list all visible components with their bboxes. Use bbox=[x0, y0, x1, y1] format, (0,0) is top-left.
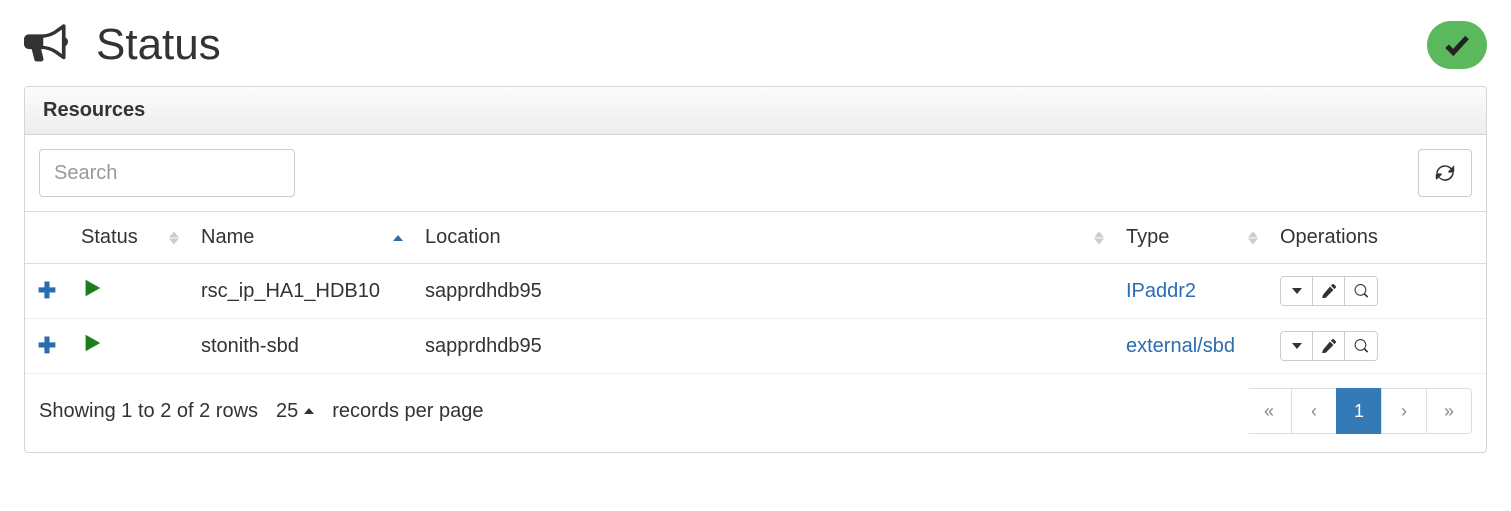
pencil-icon bbox=[1322, 284, 1336, 298]
row-edit-button[interactable] bbox=[1313, 277, 1345, 305]
sort-icon bbox=[1094, 231, 1104, 244]
row-actions bbox=[1280, 331, 1378, 361]
expand-row-button[interactable]: ✚ bbox=[38, 333, 56, 358]
column-operations: Operations bbox=[1268, 212, 1486, 264]
cell-name: rsc_ip_HA1_HDB10 bbox=[189, 264, 413, 319]
cell-location: sapprdhdb95 bbox=[413, 264, 1114, 319]
page-first-button[interactable]: « bbox=[1247, 388, 1292, 434]
column-status-label: Status bbox=[81, 226, 138, 248]
records-label: records per page bbox=[332, 400, 483, 423]
magnify-icon bbox=[1354, 284, 1368, 298]
column-type-label: Type bbox=[1126, 226, 1169, 248]
search-input[interactable] bbox=[39, 149, 295, 197]
sort-asc-icon bbox=[393, 235, 403, 241]
row-menu-button[interactable] bbox=[1281, 332, 1313, 360]
panel-heading: Resources bbox=[25, 87, 1486, 135]
page-number-button[interactable]: 1 bbox=[1336, 388, 1382, 434]
page-size-value: 25 bbox=[276, 400, 298, 423]
cell-name: stonith-sbd bbox=[189, 319, 413, 374]
check-icon bbox=[1442, 30, 1472, 60]
cell-location: sapprdhdb95 bbox=[413, 319, 1114, 374]
column-location[interactable]: Location bbox=[413, 212, 1114, 264]
column-status[interactable]: Status bbox=[69, 212, 189, 264]
page-next-button[interactable]: › bbox=[1381, 388, 1427, 434]
cluster-status-ok-badge bbox=[1427, 21, 1487, 69]
status-running-icon bbox=[81, 337, 103, 359]
row-actions bbox=[1280, 276, 1378, 306]
row-detail-button[interactable] bbox=[1345, 332, 1377, 360]
page-title: Status bbox=[96, 20, 221, 70]
column-operations-label: Operations bbox=[1280, 226, 1378, 248]
column-location-label: Location bbox=[425, 226, 501, 248]
type-link[interactable]: IPaddr2 bbox=[1126, 280, 1196, 302]
status-running-icon bbox=[81, 282, 103, 304]
magnify-icon bbox=[1354, 339, 1368, 353]
pagination: « ‹ 1 › » bbox=[1247, 388, 1472, 434]
sort-icon bbox=[169, 231, 179, 244]
refresh-icon bbox=[1435, 163, 1455, 183]
row-detail-button[interactable] bbox=[1345, 277, 1377, 305]
bullhorn-icon bbox=[24, 21, 68, 70]
page-prev-button[interactable]: ‹ bbox=[1291, 388, 1337, 434]
pencil-icon bbox=[1322, 339, 1336, 353]
expand-row-button[interactable]: ✚ bbox=[38, 278, 56, 303]
column-name[interactable]: Name bbox=[189, 212, 413, 264]
showing-text: Showing 1 to 2 of 2 rows bbox=[39, 400, 258, 423]
refresh-button[interactable] bbox=[1418, 149, 1472, 197]
column-name-label: Name bbox=[201, 226, 254, 248]
row-menu-button[interactable] bbox=[1281, 277, 1313, 305]
page-last-button[interactable]: » bbox=[1426, 388, 1472, 434]
table-row: ✚ stonith-sbd sapprdhdb95 external/sbd bbox=[25, 319, 1486, 374]
table-row: ✚ rsc_ip_HA1_HDB10 sapprdhdb95 IPaddr2 bbox=[25, 264, 1486, 319]
caret-up-icon bbox=[304, 408, 314, 414]
type-link[interactable]: external/sbd bbox=[1126, 335, 1235, 357]
column-expand bbox=[25, 212, 69, 264]
resources-table: Status Name Location Type bbox=[25, 211, 1486, 374]
column-type[interactable]: Type bbox=[1114, 212, 1268, 264]
sort-icon bbox=[1248, 231, 1258, 244]
caret-down-icon bbox=[1292, 288, 1302, 294]
caret-down-icon bbox=[1292, 343, 1302, 349]
resources-panel: Resources Status Name bbox=[24, 86, 1487, 453]
page-size-selector[interactable]: 25 bbox=[276, 400, 314, 423]
row-edit-button[interactable] bbox=[1313, 332, 1345, 360]
